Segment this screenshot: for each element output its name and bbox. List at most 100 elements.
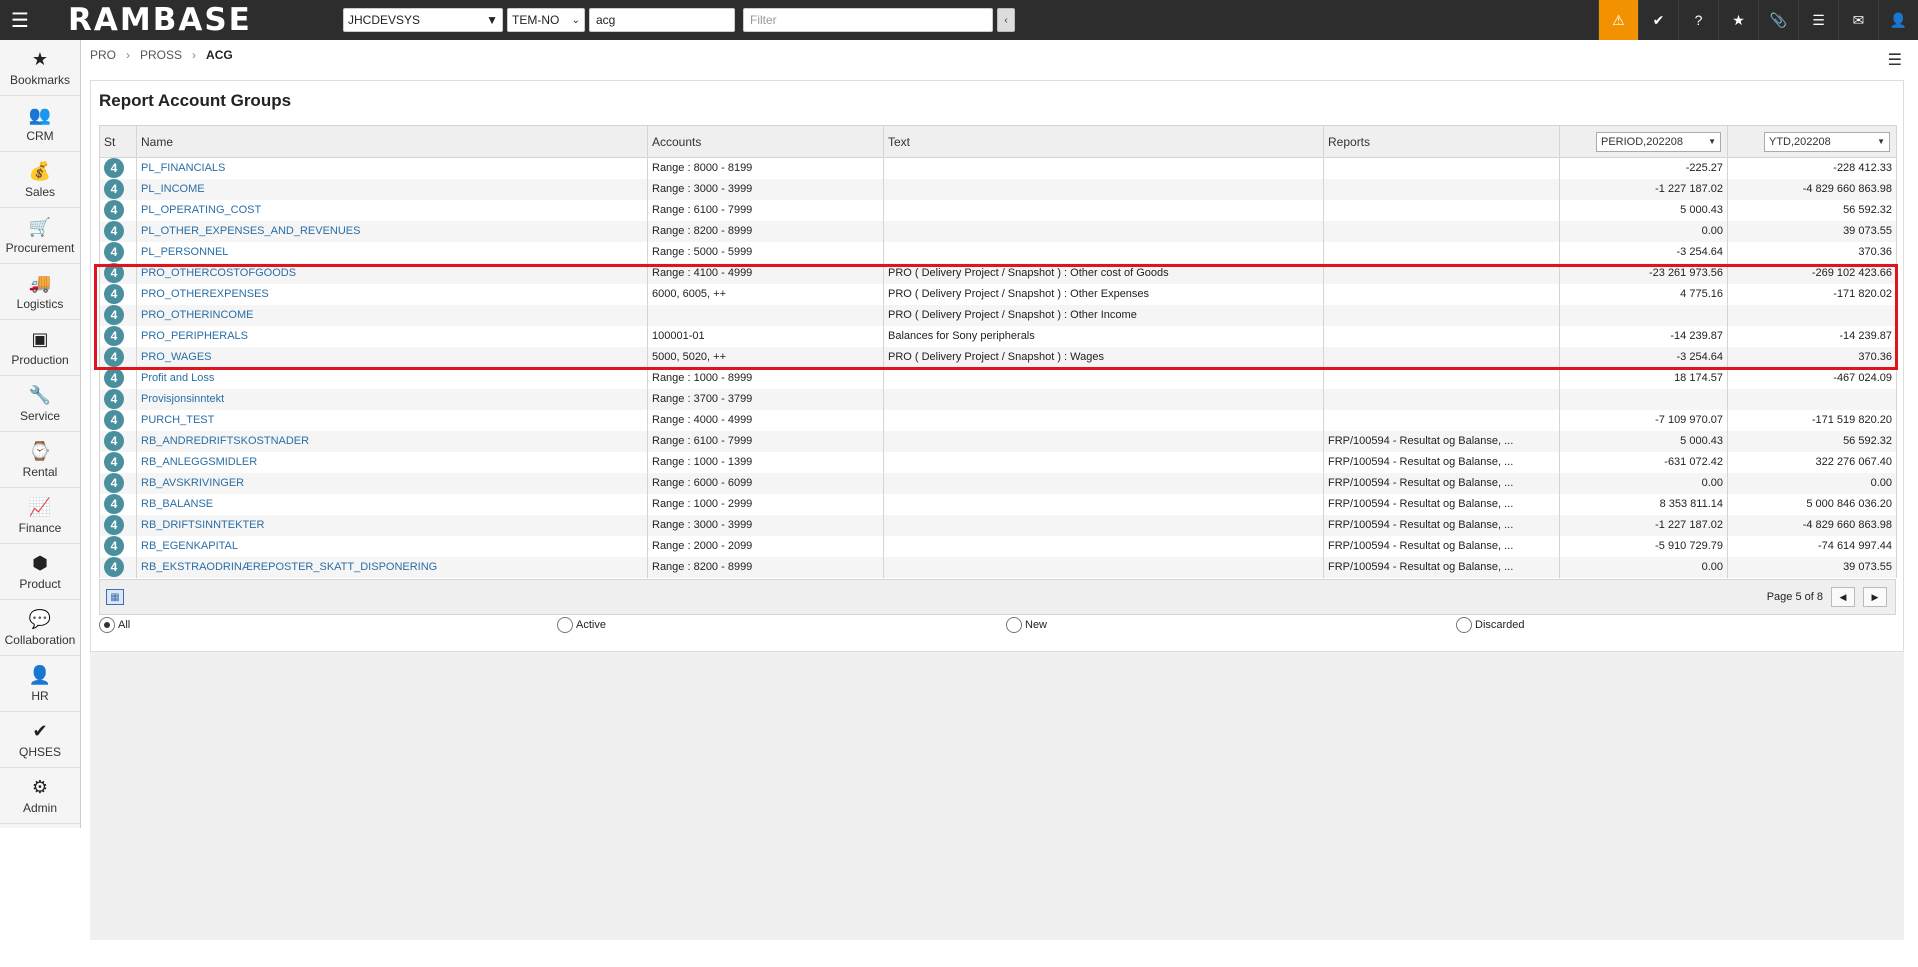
table-row[interactable]: 4 PL_INCOME Range : 3000 - 3999 -1 227 187.…: [99, 178, 1897, 200]
name-cell[interactable]: PRO_OTHEREXPENSES: [136, 283, 648, 305]
sidebar-item-finance[interactable]: 📈 Finance: [0, 488, 80, 544]
mail-icon[interactable]: ✉: [1838, 0, 1878, 40]
name-cell[interactable]: PL_FINANCIALS: [136, 157, 648, 179]
ytd-select[interactable]: YTD,202208 ▼: [1764, 131, 1890, 152]
column-header-st[interactable]: St: [99, 125, 137, 158]
page-indicator: Page 5 of 8: [1766, 591, 1823, 603]
table-row[interactable]: 4 Provisjonsinntekt Range : 3700 - 3799: [99, 388, 1897, 410]
table-row[interactable]: 4 PRO_OTHERCOSTOFGOODS Range : 4100 - 4999…: [99, 262, 1897, 284]
table-row[interactable]: 4 PRO_OTHERINCOME PRO ( Delivery Project /…: [99, 304, 1897, 326]
pager: Page 5 of 8 ◀ ▶: [1767, 587, 1887, 607]
context-menu-icon[interactable]: ☰: [1888, 50, 1902, 70]
table-row[interactable]: 4 PRO_WAGES 5000, 5020, ++ PRO ( Delivery P…: [99, 346, 1897, 368]
accounts-cell: Range : 3700 - 3799: [647, 388, 884, 410]
filter-input[interactable]: Filter: [743, 8, 993, 32]
name-cell[interactable]: RB_AVSKRIVINGER: [136, 472, 648, 494]
column-header-reports[interactable]: Reports: [1323, 125, 1560, 158]
warning-icon[interactable]: ⚠: [1598, 0, 1638, 40]
name-cell[interactable]: RB_ANLEGGSMIDLER: [136, 451, 648, 473]
breadcrumb-item-pro[interactable]: PRO: [90, 48, 116, 62]
filter-active-radio[interactable]: Active: [557, 617, 606, 633]
name-cell[interactable]: PL_INCOME: [136, 178, 648, 200]
sidebar-item-bookmarks[interactable]: ★ Bookmarks: [0, 40, 80, 96]
list-icon[interactable]: ☰: [1798, 0, 1838, 40]
name-cell[interactable]: PURCH_TEST: [136, 409, 648, 431]
export-to-excel-icon[interactable]: ▦: [106, 589, 124, 605]
name-cell[interactable]: PRO_OTHERINCOME: [136, 304, 648, 326]
text-cell: [883, 178, 1324, 200]
bookmark-star-icon[interactable]: ★: [1718, 0, 1758, 40]
collapse-toggle-button[interactable]: ‹: [997, 8, 1015, 32]
text-cell: [883, 157, 1324, 179]
accounts-cell: Range : 3000 - 3999: [647, 178, 884, 200]
table-row[interactable]: 4 PL_OTHER_EXPENSES_AND_REVENUES Range : 8…: [99, 220, 1897, 242]
accounts-cell: Range : 2000 - 2099: [647, 535, 884, 557]
sidebar-item-collaboration[interactable]: 💬 Collaboration: [0, 600, 80, 656]
name-cell[interactable]: PL_OTHER_EXPENSES_AND_REVENUES: [136, 220, 648, 242]
sidebar-item-product[interactable]: ⬢ Product: [0, 544, 80, 600]
reports-cell: [1323, 409, 1560, 431]
filter-discarded-radio[interactable]: Discarded: [1456, 617, 1525, 633]
name-cell[interactable]: PL_PERSONNEL: [136, 241, 648, 263]
column-header-period: PERIOD,202208 ▼: [1559, 125, 1728, 158]
name-cell[interactable]: PRO_WAGES: [136, 346, 648, 368]
name-cell[interactable]: RB_ANDREDRIFTSKOSTNADER: [136, 430, 648, 452]
sidebar-item-production[interactable]: ▣ Production: [0, 320, 80, 376]
hamburger-menu-icon[interactable]: ☰: [0, 0, 40, 40]
rambase-logo: RAMBASE: [68, 2, 252, 38]
filter-new-radio[interactable]: New: [1006, 617, 1047, 633]
name-cell[interactable]: Profit and Loss: [136, 367, 648, 389]
user-icon[interactable]: 👤: [1878, 0, 1918, 40]
name-cell[interactable]: PL_OPERATING_COST: [136, 199, 648, 221]
column-header-text[interactable]: Text: [883, 125, 1324, 158]
table-row[interactable]: 4 PURCH_TEST Range : 4000 - 4999 -7 109 970…: [99, 409, 1897, 431]
table-row[interactable]: 4 PRO_OTHEREXPENSES 6000, 6005, ++ PRO ( De…: [99, 283, 1897, 305]
language-select[interactable]: TEM-NO ⌄: [507, 8, 585, 32]
program-search-input[interactable]: acg: [589, 8, 735, 32]
sidebar-item-service[interactable]: 🔧 Service: [0, 376, 80, 432]
table-row[interactable]: 4 PRO_PERIPHERALS 100001-01 Balances for So…: [99, 325, 1897, 347]
sidebar-item-logistics[interactable]: 🚚 Logistics: [0, 264, 80, 320]
table-row[interactable]: 4 RB_DRIFTSINNTEKTER Range : 3000 - 3999 FR…: [99, 514, 1897, 536]
sidebar-item-sales[interactable]: 💰 Sales: [0, 152, 80, 208]
table-row[interactable]: 4 PL_PERSONNEL Range : 5000 - 5999 -3 254.6…: [99, 241, 1897, 263]
name-cell[interactable]: RB_EGENKAPITAL: [136, 535, 648, 557]
sidebar-item-admin[interactable]: ⚙ Admin: [0, 768, 80, 824]
sidebar-item-procurement[interactable]: 🛒 Procurement: [0, 208, 80, 264]
table-row[interactable]: 4 RB_EGENKAPITAL Range : 2000 - 2099 FRP/10…: [99, 535, 1897, 557]
table-row[interactable]: 4 Profit and Loss Range : 1000 - 8999 18 17…: [99, 367, 1897, 389]
name-cell[interactable]: RB_DRIFTSINNTEKTER: [136, 514, 648, 536]
name-cell[interactable]: PRO_OTHERCOSTOFGOODS: [136, 262, 648, 284]
column-header-name[interactable]: Name: [136, 125, 648, 158]
name-cell[interactable]: Provisjonsinntekt: [136, 388, 648, 410]
status-cell: 4: [99, 472, 137, 494]
name-cell[interactable]: RB_BALANSE: [136, 493, 648, 515]
filter-all-radio[interactable]: All: [99, 617, 130, 633]
previous-page-button[interactable]: ◀: [1831, 587, 1855, 607]
breadcrumb-item-pross[interactable]: PROSS: [140, 48, 182, 62]
service-icon: 🔧: [28, 384, 52, 405]
table-row[interactable]: 4 RB_BALANSE Range : 1000 - 2999 FRP/100594…: [99, 493, 1897, 515]
name-cell[interactable]: RB_EKSTRAODRINÆREPOSTER_SKATT_DISPONERIN…: [136, 556, 648, 578]
column-header-accounts[interactable]: Accounts: [647, 125, 884, 158]
next-page-button[interactable]: ▶: [1863, 587, 1887, 607]
table-row[interactable]: 4 PL_FINANCIALS Range : 8000 - 8199 -225.27…: [99, 157, 1897, 179]
logistics-icon: 🚚: [28, 272, 52, 293]
company-select[interactable]: JHCDEVSYS ▼: [343, 8, 503, 32]
table-row[interactable]: 4 RB_ANLEGGSMIDLER Range : 1000 - 1399 FRP/…: [99, 451, 1897, 473]
sidebar-item-qhses[interactable]: ✔ QHSES: [0, 712, 80, 768]
table-row[interactable]: 4 RB_AVSKRIVINGER Range : 6000 - 6099 FRP/1…: [99, 472, 1897, 494]
period-select[interactable]: PERIOD,202208 ▼: [1596, 131, 1721, 152]
name-cell[interactable]: PRO_PERIPHERALS: [136, 325, 648, 347]
sidebar-item-crm[interactable]: 👥 CRM: [0, 96, 80, 152]
ytd-cell: 370.36: [1727, 346, 1897, 368]
table-row[interactable]: 4 RB_ANDREDRIFTSKOSTNADER Range : 6100 - 7…: [99, 430, 1897, 452]
attachment-icon[interactable]: 📎: [1758, 0, 1798, 40]
help-icon[interactable]: ?: [1678, 0, 1718, 40]
sidebar-item-rental[interactable]: ⌚ Rental: [0, 432, 80, 488]
approval-icon[interactable]: ✔: [1638, 0, 1678, 40]
sidebar-item-hr[interactable]: 👤 HR: [0, 656, 80, 712]
table-row[interactable]: 4 RB_EKSTRAODRINÆREPOSTER_SKATT_DISPONERI…: [99, 556, 1897, 578]
table-row[interactable]: 4 PL_OPERATING_COST Range : 6100 - 7999 5 0…: [99, 199, 1897, 221]
status-cell: 4: [99, 346, 137, 368]
